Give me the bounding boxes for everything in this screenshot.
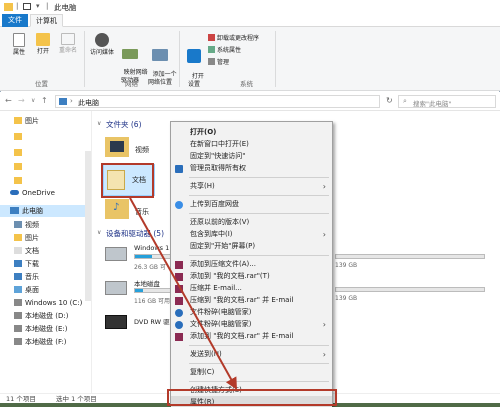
- annotation-arrow: [129, 197, 237, 390]
- annotation-arrow-layer: [129, 197, 237, 390]
